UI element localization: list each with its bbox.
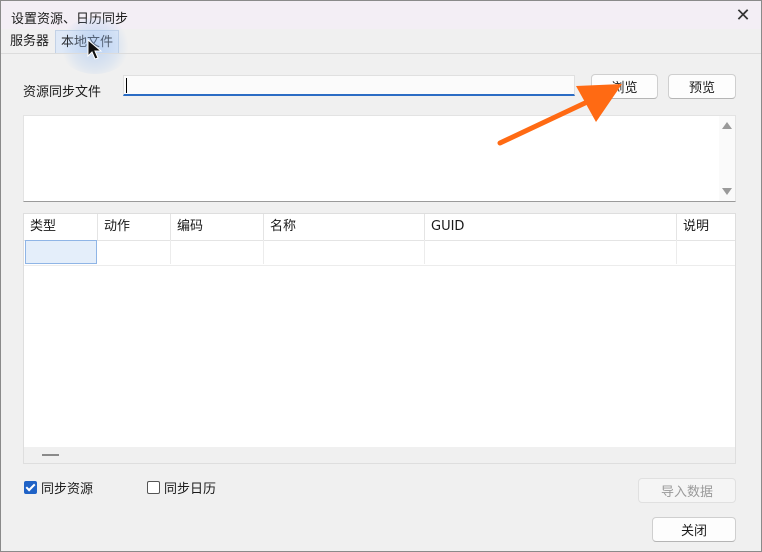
checkbox-checked-icon[interactable] bbox=[24, 481, 37, 494]
table-cell[interactable] bbox=[264, 240, 425, 264]
column-header-guid[interactable]: GUID bbox=[425, 214, 677, 240]
column-header-note[interactable]: 说明 bbox=[677, 214, 735, 240]
text-caret bbox=[126, 78, 127, 93]
close-icon[interactable]: ✕ bbox=[729, 3, 757, 27]
table-row[interactable] bbox=[24, 240, 735, 266]
table-cell[interactable] bbox=[171, 240, 264, 264]
grid-header: 类型 动作 编码 名称 GUID 说明 bbox=[24, 214, 735, 241]
sync-calendar-checkbox[interactable]: 同步日历 bbox=[147, 478, 216, 497]
data-grid[interactable]: 类型 动作 编码 名称 GUID 说明 bbox=[23, 213, 736, 464]
sync-file-input[interactable] bbox=[123, 75, 575, 96]
table-cell[interactable] bbox=[25, 240, 97, 264]
import-data-button[interactable]: 导入数据 bbox=[638, 478, 736, 503]
preview-button[interactable]: 预览 bbox=[668, 74, 736, 99]
table-cell[interactable] bbox=[677, 240, 735, 264]
column-header-type[interactable]: 类型 bbox=[24, 214, 98, 240]
tab-local-file[interactable]: 本地文件 bbox=[55, 30, 120, 54]
sync-calendar-label: 同步日历 bbox=[164, 482, 217, 497]
scroll-up-icon[interactable] bbox=[722, 122, 732, 129]
table-cell[interactable] bbox=[425, 240, 677, 264]
column-header-name[interactable]: 名称 bbox=[264, 214, 425, 240]
table-cell[interactable] bbox=[98, 240, 171, 264]
scroll-thumb[interactable] bbox=[42, 454, 59, 456]
tab-server[interactable]: 服务器 bbox=[5, 30, 54, 53]
checkbox-unchecked-icon[interactable] bbox=[147, 481, 160, 494]
tab-bar: 服务器 本地文件 bbox=[1, 30, 761, 54]
sync-resources-label: 同步资源 bbox=[41, 482, 94, 497]
horizontal-scrollbar[interactable] bbox=[24, 447, 735, 463]
column-header-code[interactable]: 编码 bbox=[171, 214, 264, 240]
file-content-textarea[interactable] bbox=[23, 115, 736, 202]
browse-button[interactable]: 浏览 bbox=[591, 74, 658, 99]
title-bar: 设置资源、日历同步 ✕ bbox=[1, 1, 761, 29]
window-title: 设置资源、日历同步 bbox=[11, 12, 129, 27]
scroll-down-icon[interactable] bbox=[722, 188, 732, 195]
column-header-action[interactable]: 动作 bbox=[98, 214, 171, 240]
vertical-scrollbar[interactable] bbox=[719, 116, 735, 201]
sync-file-label: 资源同步文件 bbox=[23, 85, 102, 100]
close-button[interactable]: 关闭 bbox=[652, 517, 736, 542]
sync-resources-checkbox[interactable]: 同步资源 bbox=[24, 478, 93, 497]
tab-divider bbox=[0, 53, 762, 54]
